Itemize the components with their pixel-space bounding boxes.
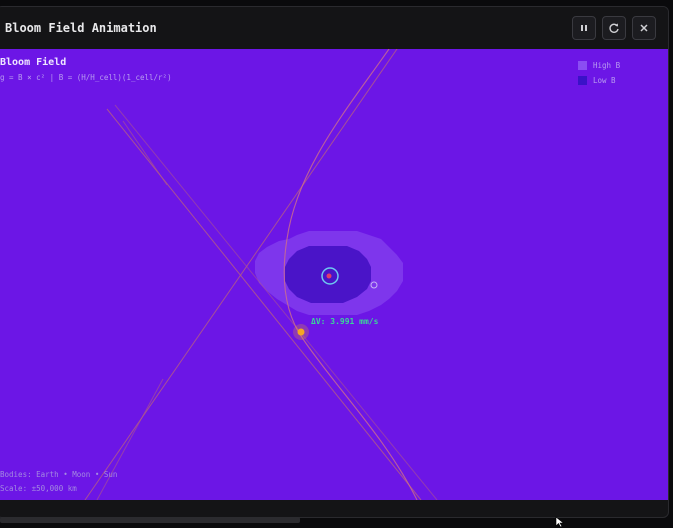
legend-item-low: Low B <box>578 76 616 85</box>
pause-button[interactable] <box>572 16 596 40</box>
legend-label-high: High B <box>593 61 621 70</box>
legend-swatch-high <box>578 61 587 70</box>
trajectory-line-d <box>96 378 164 500</box>
app-window: Bloom Field Animation Bloom Field g = B … <box>0 6 669 518</box>
legend-label-low: Low B <box>593 76 616 85</box>
scale-label: Scale: ±50,000 km <box>0 484 77 493</box>
sun-body <box>297 328 305 336</box>
field-visualization <box>84 49 438 500</box>
legend-item-high: High B <box>578 61 620 70</box>
pause-icon <box>581 25 587 31</box>
title-bar: Bloom Field Animation <box>0 7 668 49</box>
horizontal-scrollbar[interactable] <box>0 517 300 523</box>
close-icon <box>640 24 648 32</box>
refresh-icon <box>609 23 619 33</box>
bloom-field-canvas[interactable]: Bloom Field g = B × c² | B = (H/H_cell)(… <box>0 49 668 500</box>
close-button[interactable] <box>632 16 656 40</box>
legend-swatch-low <box>578 76 587 85</box>
window-title: Bloom Field Animation <box>5 21 157 35</box>
bodies-label: Bodies: Earth • Moon • Sun <box>0 470 118 479</box>
delta-v-readout: ΔV: 3.991 mm/s <box>311 317 379 326</box>
earth-body <box>326 273 332 279</box>
restart-button[interactable] <box>602 16 626 40</box>
trajectory-line-e <box>122 120 168 186</box>
bloom-formula: g = B × c² | B = (H/H_cell)(1_cell/r²) <box>0 73 172 82</box>
trajectory-line-b <box>114 104 438 500</box>
mouse-cursor-icon <box>555 516 565 528</box>
canvas-title: Bloom Field <box>0 57 67 68</box>
